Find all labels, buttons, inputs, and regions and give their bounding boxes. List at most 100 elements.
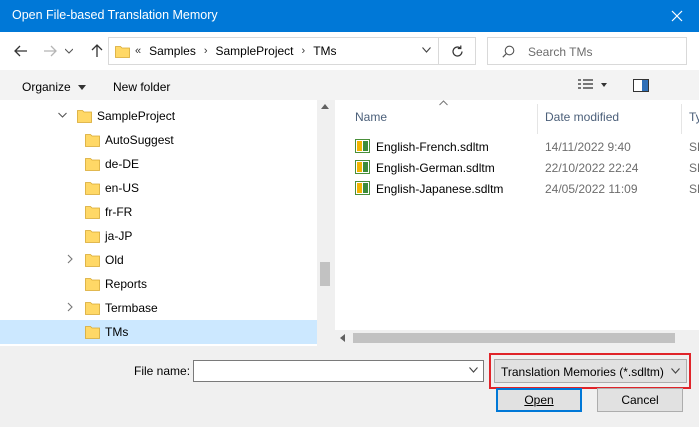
file-type-select[interactable]: Translation Memories (*.sdltm) bbox=[494, 359, 687, 383]
tree-item-label: SampleProject bbox=[97, 109, 176, 123]
column-divider[interactable] bbox=[537, 104, 538, 134]
navigation-bar: « Samples › SampleProject › TMs Search T… bbox=[0, 32, 699, 70]
folder-icon bbox=[85, 278, 100, 291]
open-file-dialog: Open File-based Translation Memory « Sam… bbox=[0, 0, 699, 427]
translation-memory-file-icon bbox=[355, 139, 370, 153]
column-header-name[interactable]: Name bbox=[355, 110, 387, 124]
folder-icon bbox=[85, 134, 100, 147]
arrow-up-icon bbox=[91, 44, 103, 57]
tree-item-termbase[interactable]: Termbase bbox=[0, 296, 317, 320]
tree-item-sampleproject[interactable]: SampleProject bbox=[0, 104, 317, 128]
arrow-right-icon bbox=[44, 45, 57, 57]
folder-icon bbox=[85, 302, 100, 315]
breadcrumb-samples[interactable]: Samples bbox=[149, 44, 196, 58]
window-title: Open File-based Translation Memory bbox=[12, 8, 218, 22]
tree-item-fr-fr[interactable]: fr-FR bbox=[0, 200, 317, 224]
folder-icon bbox=[85, 182, 100, 195]
cancel-button[interactable]: Cancel bbox=[597, 388, 683, 412]
arrow-left-icon bbox=[14, 45, 27, 57]
details-view-icon bbox=[578, 79, 607, 89]
tree-item-tms[interactable]: TMs bbox=[0, 320, 317, 344]
tree-item-label: en-US bbox=[105, 181, 140, 195]
chevron-right-icon[interactable] bbox=[66, 254, 74, 264]
tree-item-label: Old bbox=[105, 253, 124, 267]
chevron-right-icon[interactable] bbox=[66, 302, 74, 312]
tree-item-en-us[interactable]: en-US bbox=[0, 176, 317, 200]
file-name-input[interactable] bbox=[193, 360, 484, 382]
close-icon bbox=[671, 10, 683, 22]
file-type: SD bbox=[689, 161, 699, 175]
column-header-date[interactable]: Date modified bbox=[545, 110, 619, 124]
new-folder-button[interactable]: New folder bbox=[113, 80, 170, 94]
file-selection-area: File name: Translation Memories (*.sdltm… bbox=[0, 346, 699, 427]
scroll-up-icon[interactable] bbox=[321, 104, 329, 109]
tree-item-reports[interactable]: Reports bbox=[0, 272, 317, 296]
file-row[interactable]: English-French.sdltm 14/11/2022 9:40 SD bbox=[335, 136, 699, 157]
scrollbar-thumb[interactable] bbox=[320, 262, 330, 286]
folder-icon bbox=[77, 110, 92, 123]
refresh-button[interactable] bbox=[438, 38, 475, 64]
organize-label: Organize bbox=[22, 80, 71, 94]
folder-icon bbox=[85, 158, 100, 171]
scrollbar-thumb[interactable] bbox=[353, 333, 675, 343]
tree-item-old[interactable]: Old bbox=[0, 248, 317, 272]
search-box[interactable]: Search TMs bbox=[487, 37, 687, 65]
breadcrumb-sampleproject[interactable]: SampleProject bbox=[215, 44, 293, 58]
breadcrumb-overflow[interactable]: « bbox=[135, 45, 141, 57]
close-button[interactable] bbox=[655, 0, 699, 32]
column-divider[interactable] bbox=[681, 104, 682, 134]
file-name: English-French.sdltm bbox=[376, 140, 489, 154]
change-view-button[interactable] bbox=[578, 79, 608, 94]
tree-item-de-de[interactable]: de-DE bbox=[0, 152, 317, 176]
recent-locations-button[interactable] bbox=[62, 40, 76, 62]
tree-item-autosuggest[interactable]: AutoSuggest bbox=[0, 128, 317, 152]
forward-button[interactable] bbox=[39, 40, 61, 62]
tree-item-label: Reports bbox=[105, 277, 148, 291]
back-button[interactable] bbox=[10, 40, 32, 62]
chevron-down-icon[interactable] bbox=[422, 47, 431, 53]
up-button[interactable] bbox=[86, 40, 108, 62]
tree-item-label: Termbase bbox=[105, 301, 158, 315]
file-name-label: File name: bbox=[134, 364, 191, 378]
breadcrumb-tms[interactable]: TMs bbox=[313, 44, 336, 58]
translation-memory-file-icon bbox=[355, 160, 370, 174]
folder-icon bbox=[85, 206, 100, 219]
tree-item-label: fr-FR bbox=[105, 205, 133, 219]
column-header-type[interactable]: Ty bbox=[689, 110, 699, 124]
folder-icon bbox=[85, 254, 100, 267]
search-placeholder[interactable]: Search TMs bbox=[528, 45, 592, 59]
file-name: English-German.sdltm bbox=[376, 161, 495, 175]
file-date: 24/05/2022 11:09 bbox=[545, 182, 638, 196]
chevron-down-icon bbox=[671, 368, 680, 374]
file-type: SD bbox=[689, 140, 699, 154]
open-button[interactable]: Open bbox=[496, 388, 582, 412]
tree-vertical-scrollbar[interactable] bbox=[317, 100, 333, 346]
tree-item-label: TMs bbox=[105, 325, 129, 339]
address-bar[interactable]: « Samples › SampleProject › TMs bbox=[108, 37, 476, 65]
file-list-pane: Name Date modified Ty English-French.sdl… bbox=[335, 100, 699, 346]
scroll-left-icon[interactable] bbox=[340, 334, 345, 342]
list-horizontal-scrollbar[interactable] bbox=[335, 330, 699, 346]
tree-item-ja-jp[interactable]: ja-JP bbox=[0, 224, 317, 248]
preview-pane-icon bbox=[633, 79, 649, 92]
title-bar: Open File-based Translation Memory bbox=[0, 0, 699, 32]
sort-ascending-icon bbox=[439, 100, 448, 106]
file-row[interactable]: English-German.sdltm 22/10/2022 22:24 SD bbox=[335, 157, 699, 178]
chevron-down-icon[interactable] bbox=[469, 367, 478, 373]
open-button-label: Open bbox=[524, 393, 554, 407]
preview-pane-button[interactable] bbox=[633, 79, 649, 95]
organize-menu[interactable]: Organize bbox=[22, 80, 87, 94]
file-type-value: Translation Memories (*.sdltm) bbox=[501, 365, 664, 379]
chevron-down-icon[interactable] bbox=[58, 111, 67, 119]
navigation-pane: SampleProject AutoSuggest de-DE en-US fr bbox=[0, 100, 333, 346]
breadcrumb-separator[interactable]: › bbox=[302, 45, 306, 57]
breadcrumb-separator[interactable]: › bbox=[204, 45, 208, 57]
folder-icon bbox=[85, 230, 100, 243]
translation-memory-file-icon bbox=[355, 181, 370, 195]
file-type: SD bbox=[689, 182, 699, 196]
folder-icon bbox=[85, 326, 100, 339]
caret-down-icon bbox=[78, 85, 87, 91]
file-name: English-Japanese.sdltm bbox=[376, 182, 504, 196]
command-bar: Organize New folder bbox=[0, 70, 699, 100]
file-row[interactable]: English-Japanese.sdltm 24/05/2022 11:09 … bbox=[335, 178, 699, 199]
